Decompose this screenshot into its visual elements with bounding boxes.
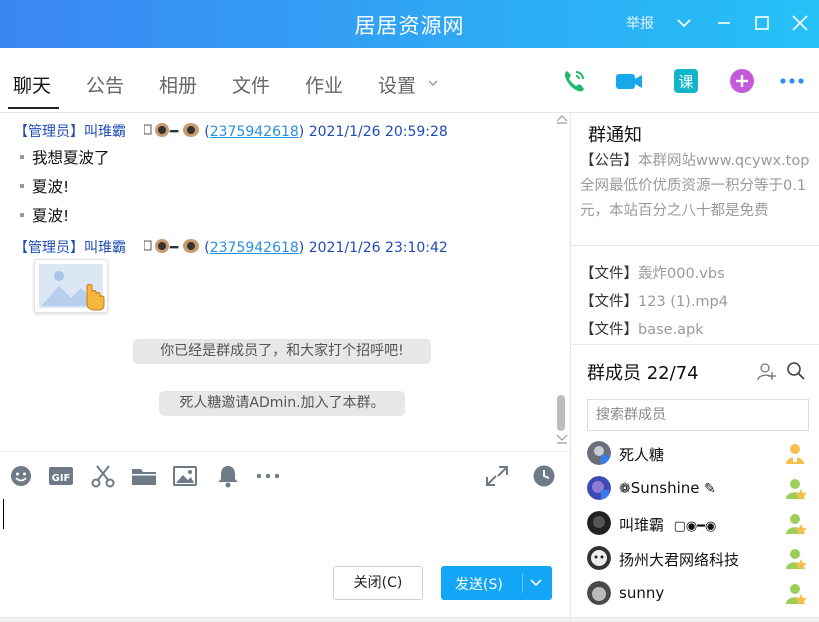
member-row[interactable]: sunny: [587, 581, 815, 611]
picture-icon[interactable]: [172, 464, 198, 488]
active-tab-indicator: [8, 107, 59, 109]
tab-announcement[interactable]: 公告: [86, 71, 124, 98]
message-input[interactable]: [0, 499, 570, 559]
sender-name[interactable]: 叫琟霸: [84, 124, 126, 140]
admin-badge-icon: [786, 549, 807, 570]
avatar: [587, 441, 611, 465]
video-icon[interactable]: [614, 66, 644, 96]
section-divider: [571, 344, 819, 345]
member-row[interactable]: 叫琟霸 ▢◉━◉: [587, 511, 815, 541]
admin-badge-icon: [786, 584, 807, 605]
history-icon[interactable]: [531, 464, 557, 488]
tab-settings[interactable]: 设置: [378, 71, 416, 98]
text-cursor: [3, 499, 4, 529]
phone-icon[interactable]: [559, 66, 589, 96]
announcement-preview[interactable]: 【公告】本群网站www.qcywx.top全网最低价优质资源一积分等于0.1元，…: [580, 149, 810, 224]
report-button[interactable]: 举报: [626, 13, 654, 33]
send-button[interactable]: 发送(S): [441, 566, 552, 600]
title-bar: 居居资源网 举报: [0, 0, 819, 48]
gif-icon[interactable]: GIF: [48, 464, 74, 488]
member-name: 扬州大君网络科技: [619, 551, 740, 569]
close-button[interactable]: 关闭(C): [333, 566, 423, 600]
minimize-icon[interactable]: [711, 10, 737, 36]
admin-tag: 【管理员】: [14, 240, 84, 256]
member-row[interactable]: 死人糖: [587, 441, 815, 471]
emoji-icon[interactable]: [8, 464, 34, 488]
file-item[interactable]: 【文件】轰炸000.vbs: [580, 262, 725, 283]
system-notice: 你已经是群成员了，和大家打个招呼吧!: [133, 339, 431, 364]
eye-emoji-icon: [183, 239, 200, 253]
tab-album[interactable]: 相册: [159, 71, 197, 98]
scissors-icon[interactable]: [90, 464, 116, 488]
avatar: [587, 546, 611, 570]
send-button-label: 发送(S): [455, 577, 503, 593]
expand-icon[interactable]: [484, 464, 510, 488]
avatar: [587, 581, 611, 605]
close-icon[interactable]: [787, 10, 813, 36]
section-divider: [571, 245, 819, 246]
class-icon[interactable]: 课: [671, 66, 701, 96]
message-header: 【管理员】叫琟霸 ━ (2375942618) 2021/1/26 20:59:2…: [14, 120, 448, 141]
notice-title: 群通知: [588, 125, 642, 146]
member-row[interactable]: ❁Sunshine ✎: [587, 476, 815, 506]
qq-number-link[interactable]: 2375942618: [210, 124, 299, 140]
settings-chevron-down-icon[interactable]: [427, 78, 439, 88]
qq-number-link[interactable]: 2375942618: [210, 240, 299, 256]
owner-badge-icon: [786, 444, 804, 464]
eye-emoji-icon: [143, 239, 169, 253]
admin-badge-icon: [786, 479, 807, 500]
message-time: 2021/1/26 20:59:28: [308, 124, 448, 140]
more-icon[interactable]: [255, 464, 281, 488]
tab-files[interactable]: 文件: [232, 71, 270, 98]
chat-message-area[interactable]: 【管理员】叫琟霸 ━ (2375942618) 2021/1/26 20:59:2…: [0, 113, 570, 451]
maximize-icon[interactable]: [749, 10, 775, 36]
image-message[interactable]: [34, 259, 108, 313]
file-item[interactable]: 【文件】123 (1).mp4: [580, 290, 728, 311]
sender-name[interactable]: 叫琟霸: [84, 240, 126, 256]
admin-badge-icon: [786, 514, 807, 535]
svg-text:课: 课: [678, 73, 693, 91]
member-row[interactable]: 扬州大君网络科技: [587, 546, 815, 576]
eye-emoji-icon: [143, 123, 169, 137]
members-title: 群成员 22/74: [587, 363, 699, 384]
system-notice: 死人糖邀请ADmin.加入了本群。: [159, 391, 405, 416]
chevron-down-icon[interactable]: [671, 10, 697, 36]
search-icon[interactable]: [786, 361, 806, 381]
tab-homework[interactable]: 作业: [305, 71, 343, 98]
message-line: 夏波!: [20, 204, 69, 226]
message-header: 【管理员】叫琟霸 ━ (2375942618) 2021/1/26 23:10:4…: [14, 236, 448, 257]
folder-icon[interactable]: [131, 464, 157, 488]
file-item[interactable]: 【文件】base.apk: [580, 318, 704, 339]
member-name: 叫琟霸 ▢◉━◉: [619, 516, 717, 534]
member-search-input[interactable]: 搜索群成员: [587, 399, 809, 431]
input-toolbar: GIF: [0, 451, 570, 499]
send-button-separator: [522, 573, 523, 593]
tab-bar: 聊天 公告 相册 文件 作业 设置 课: [0, 48, 819, 113]
message-time: 2021/1/26 23:10:42: [308, 240, 448, 256]
image-placeholder-icon: [39, 264, 105, 311]
qq-group-chat-window: 居居资源网 举报 聊天 公告 相册 文件 作业 设置 课 【管理员】叫琟霸 ━ …: [0, 0, 819, 622]
svg-text:GIF: GIF: [52, 473, 71, 484]
member-name: 死人糖: [619, 446, 665, 464]
add-app-icon[interactable]: [727, 66, 757, 96]
tab-chat[interactable]: 聊天: [13, 71, 51, 98]
more-icon[interactable]: [777, 66, 807, 96]
admin-tag: 【管理员】: [14, 124, 84, 140]
invite-member-icon[interactable]: [757, 362, 777, 382]
message-line: 夏波!: [20, 175, 69, 197]
avatar: [587, 476, 611, 500]
send-options-chevron-icon[interactable]: [529, 577, 543, 589]
member-name: ❁Sunshine ✎: [619, 479, 716, 497]
bell-icon[interactable]: [215, 464, 241, 488]
eye-emoji-icon: [183, 123, 200, 137]
group-info-panel: 群通知 【公告】本群网站www.qcywx.top全网最低价优质资源一积分等于0…: [571, 113, 819, 622]
chat-scrollbar[interactable]: [555, 113, 569, 451]
avatar: [587, 511, 611, 535]
member-name: sunny: [619, 584, 665, 602]
message-line: 我想夏波了: [20, 146, 110, 168]
